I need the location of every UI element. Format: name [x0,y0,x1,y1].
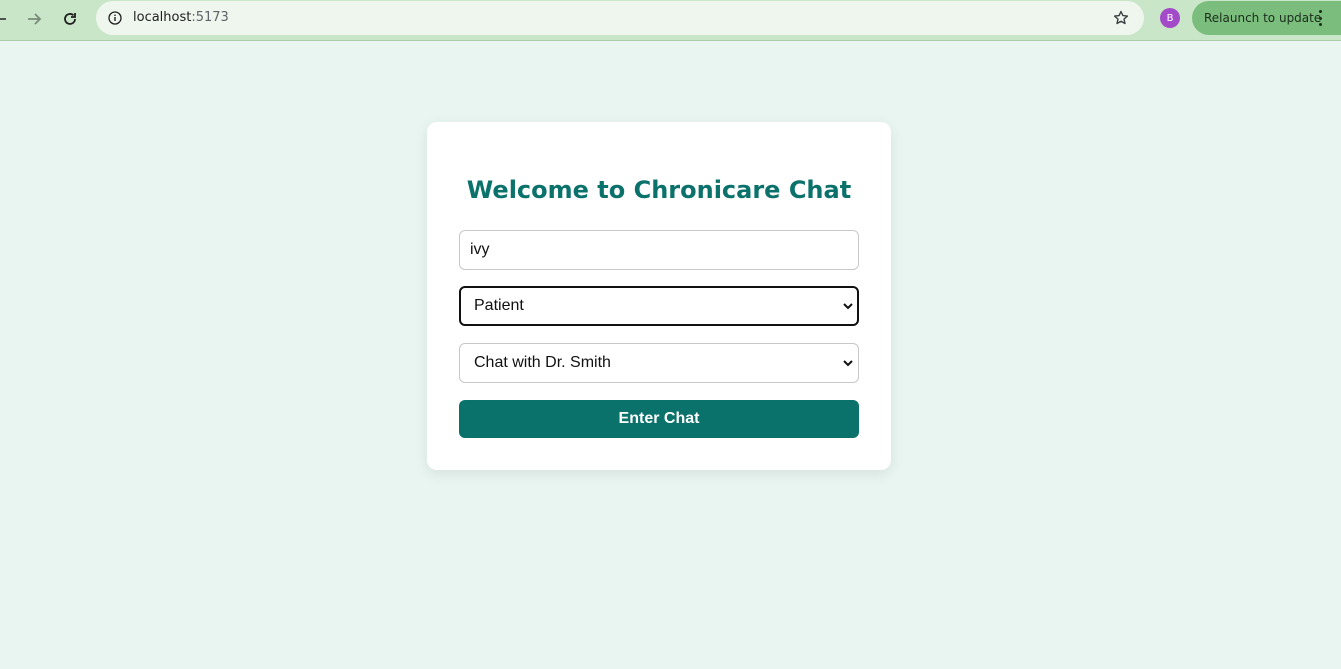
reload-icon[interactable] [57,6,83,32]
more-vert-icon[interactable] [1315,10,1325,26]
enter-chat-button[interactable]: Enter Chat [459,400,859,438]
bookmark-star-icon[interactable] [1110,7,1132,29]
browser-toolbar: localhost:5173 B Relaunch to update [0,0,1341,41]
chat-select-value: Chat with Dr. Smith [474,354,611,371]
relaunch-update-button[interactable]: Relaunch to update [1192,1,1341,35]
chat-partner-select[interactable]: Chat with Dr. Smith [459,343,859,383]
profile-avatar[interactable]: B [1160,8,1180,28]
site-info-icon[interactable] [103,6,127,30]
forward-arrow-icon[interactable] [21,6,47,32]
name-input[interactable]: ivy [459,230,859,270]
url-port: :5173 [191,10,229,25]
chevron-down-icon [843,360,853,367]
login-card: Welcome to Chronicare Chat ivy Patient C… [427,122,891,470]
role-select-value: Patient [474,297,524,314]
relaunch-label: Relaunch to update [1204,11,1322,25]
page-title: Welcome to Chronicare Chat [466,176,852,204]
address-bar[interactable]: localhost:5173 [96,1,1144,35]
role-select[interactable]: Patient [459,286,859,326]
url-host: localhost [133,10,192,25]
back-arrow-icon[interactable] [0,6,13,32]
url-text: localhost:5173 [133,10,229,25]
chevron-down-icon [843,303,853,310]
